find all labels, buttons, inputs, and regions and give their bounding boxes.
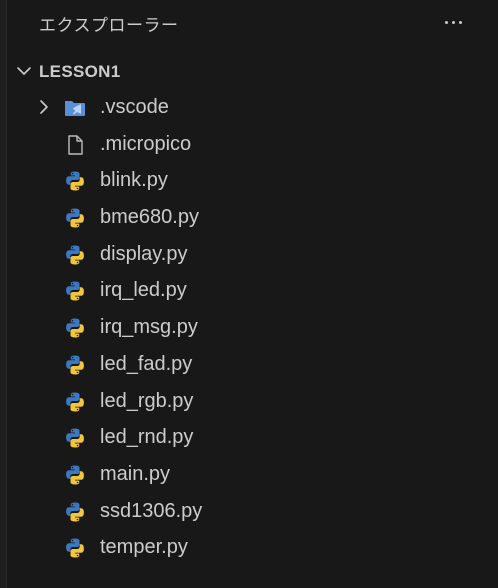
python-icon: [66, 208, 84, 228]
tree-item-label: blink.py: [100, 169, 168, 192]
ellipsis-icon[interactable]: [439, 10, 467, 34]
tree-item-vscode-folder[interactable]: .vscode: [6, 89, 498, 126]
chevron-right-icon[interactable]: [36, 98, 52, 116]
workspace-folder-name: LESSON1: [39, 62, 121, 81]
workspace-folder-header[interactable]: LESSON1: [6, 56, 498, 86]
file-tree: .vscode .micropico blink.py bme680.py di…: [6, 89, 498, 566]
tree-item-irq-msg-py[interactable]: irq_msg.py: [6, 309, 498, 346]
vscode-folder-icon: [65, 101, 85, 116]
tree-item-main-py[interactable]: main.py: [6, 456, 498, 493]
tree-item-label: irq_led.py: [100, 279, 187, 302]
tree-item-label: led_rgb.py: [100, 389, 194, 412]
python-icon: [66, 171, 84, 191]
tree-item-display-py[interactable]: display.py: [6, 236, 498, 273]
tree-item-blink-py[interactable]: blink.py: [6, 162, 498, 199]
python-icon: [66, 245, 84, 265]
tree-item-label: led_fad.py: [100, 352, 193, 375]
python-icon: [66, 281, 84, 301]
python-icon: [66, 318, 84, 338]
python-icon: [66, 538, 84, 558]
python-icon: [66, 428, 84, 448]
tree-item-label: led_rnd.py: [100, 426, 194, 449]
tree-item-label: bme680.py: [100, 206, 199, 229]
python-icon: [66, 465, 84, 485]
explorer-title: エクスプローラー: [39, 16, 179, 36]
tree-item-bme680-py[interactable]: bme680.py: [6, 199, 498, 236]
tree-item-label: display.py: [100, 242, 188, 265]
tree-item-led-fad-py[interactable]: led_fad.py: [6, 346, 498, 383]
tree-item-led-rnd-py[interactable]: led_rnd.py: [6, 419, 498, 456]
tree-item-led-rgb-py[interactable]: led_rgb.py: [6, 383, 498, 420]
tree-item-label: irq_msg.py: [100, 316, 198, 339]
tree-item-ssd1306-py[interactable]: ssd1306.py: [6, 493, 498, 530]
tree-item-temper-py[interactable]: temper.py: [6, 529, 498, 566]
python-icon: [66, 355, 84, 375]
explorer-header: エクスプローラー: [0, 0, 498, 44]
tree-item-label: ssd1306.py: [100, 499, 203, 522]
tree-item-label: .vscode: [100, 96, 169, 118]
tree-item-micropico[interactable]: .micropico: [6, 126, 498, 163]
tree-item-label: .micropico: [100, 132, 192, 155]
chevron-down-icon: [17, 67, 31, 75]
tree-item-irq-led-py[interactable]: irq_led.py: [6, 272, 498, 309]
python-icon: [66, 502, 84, 522]
tree-item-label: main.py: [100, 462, 171, 485]
tree-item-label: temper.py: [100, 536, 188, 559]
python-icon: [66, 392, 84, 411]
file-icon: [68, 134, 83, 155]
